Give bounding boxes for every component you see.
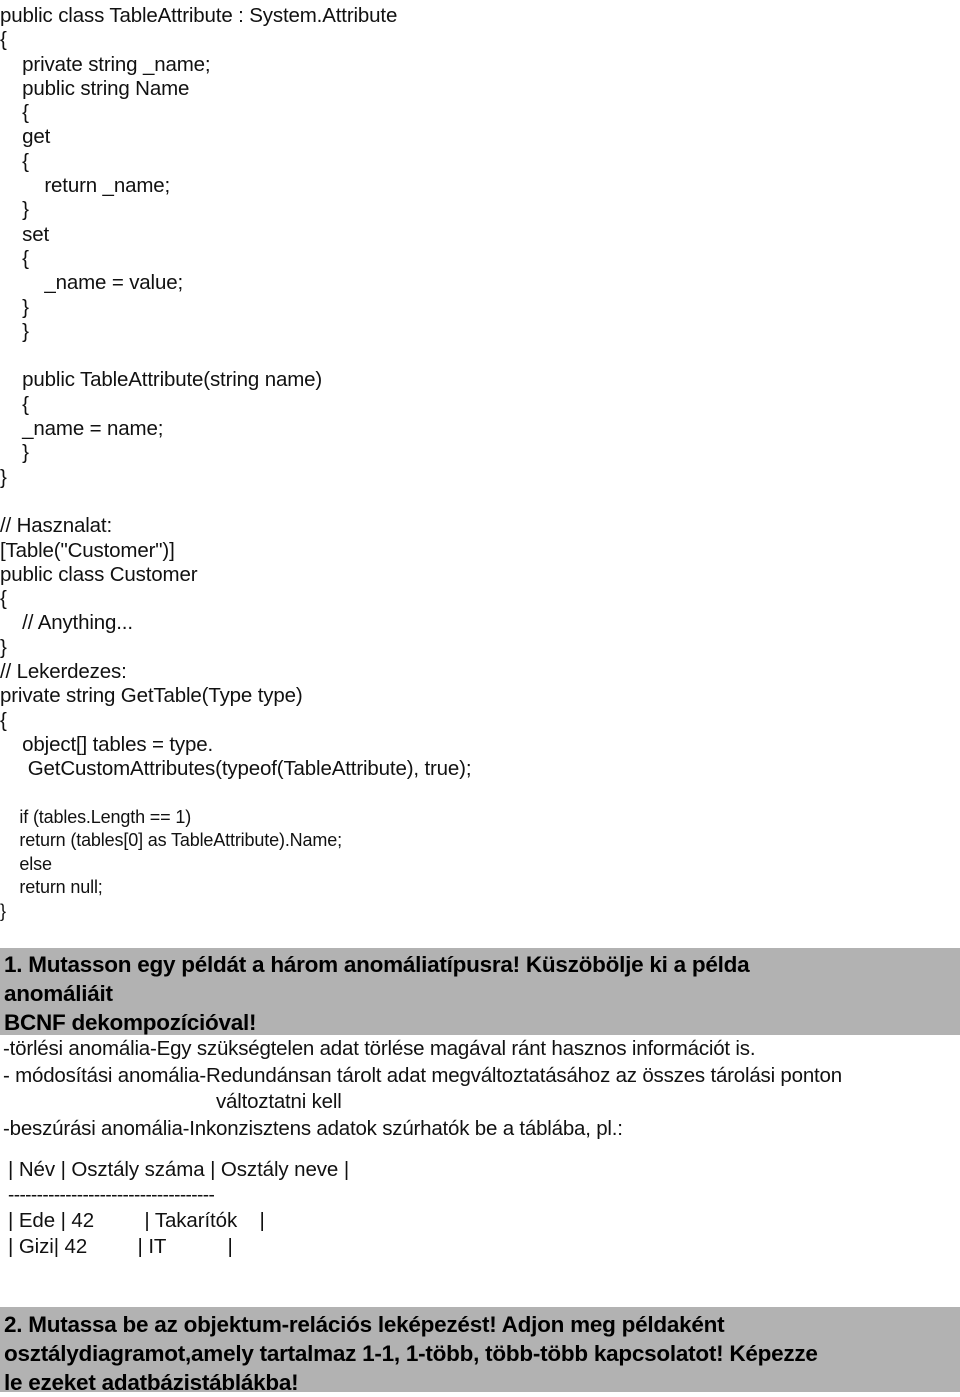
table-row: | Ede | 42 | Takarítók | [8, 1208, 265, 1232]
code-line: } [0, 441, 29, 465]
code-line: set [0, 222, 50, 246]
code-line: } [0, 319, 29, 343]
question2-heading-line: le ezeket adatbázistáblákba! [4, 1370, 299, 1395]
code-line: return (tables[0] as TableAttribute).Nam… [0, 830, 342, 851]
question2-heading-line: 2. Mutassa be az objektum-relációs lekép… [4, 1312, 725, 1337]
code-line: // Hasznalat: [0, 514, 112, 538]
question1-heading-line: 1. Mutasson egy példát a három anomáliat… [4, 952, 750, 977]
code-line: { [0, 392, 29, 416]
code-line: } [0, 465, 7, 489]
question1-body: -törlési anomália-Egy szükségtelen adat … [0, 1036, 960, 1142]
code-line: { [0, 28, 7, 52]
code-line: GetCustomAttributes(typeof(TableAttribut… [0, 757, 472, 781]
anomaly-modification-text: - módosítási anomália-Redundánsan tárolt… [3, 1063, 842, 1087]
code-line: _name = name; [0, 417, 164, 441]
code-line: public TableAttribute(string name) [0, 368, 323, 392]
code-line: _name = value; [0, 271, 184, 295]
question1-heading-highlight: 1. Mutasson egy példát a három anomáliat… [0, 948, 960, 1035]
code-line: { [0, 708, 7, 732]
code-line: public class TableAttribute : System.Att… [0, 4, 398, 27]
code-line: object[] tables = type. [0, 732, 214, 756]
code-line: public string Name [0, 76, 190, 100]
code-line: public class Customer [0, 562, 198, 586]
code-line: else [0, 853, 52, 874]
code-line: if (tables.Length == 1) [0, 806, 192, 827]
code-listing: public class TableAttribute : System.Att… [0, 4, 960, 923]
anomaly-insertion-text: -beszúrási anomália-Inkonzisztens adatok… [3, 1116, 623, 1140]
code-line: } [0, 635, 7, 659]
table-separator-rule: ------------------------------------ [8, 1184, 215, 1206]
code-line: // Lekerdezes: [0, 660, 127, 684]
code-line: { [0, 149, 29, 173]
code-line: { [0, 246, 29, 270]
question2-heading-line: osztálydiagramot,amely tartalmaz 1-1, 1-… [4, 1341, 818, 1366]
code-line: return _name; [0, 174, 171, 198]
anomaly-modification-continuation: változtatni kell [216, 1090, 342, 1113]
table-header-row: | Név | Osztály száma | Osztály neve | [8, 1158, 350, 1181]
example-ascii-table: | Név | Osztály száma | Osztály neve | -… [0, 1157, 960, 1261]
table-row: | Gizi| 42 | IT | [8, 1235, 233, 1258]
anomaly-deletion-text: -törlési anomália-Egy szükségtelen adat … [3, 1037, 756, 1060]
question1-heading-line: anomáliáit [4, 981, 113, 1006]
code-line: private string _name; [0, 52, 211, 76]
code-line: // Anything... [0, 611, 133, 635]
question2-heading-highlight: 2. Mutassa be az objektum-relációs lekép… [0, 1307, 960, 1395]
code-line: { [0, 587, 7, 611]
code-line: return null; [0, 877, 103, 898]
code-line: } [0, 295, 29, 319]
code-line: { [0, 101, 29, 125]
code-line: get [0, 125, 51, 149]
question1-heading-line: BCNF dekompozícióval! [4, 1010, 257, 1035]
document-page: public class TableAttribute : System.Att… [0, 0, 960, 1395]
code-line: private string GetTable(Type type) [0, 684, 303, 708]
code-line: [Table("Customer")] [0, 538, 175, 562]
code-line: } [0, 900, 6, 921]
code-line: } [0, 198, 29, 222]
